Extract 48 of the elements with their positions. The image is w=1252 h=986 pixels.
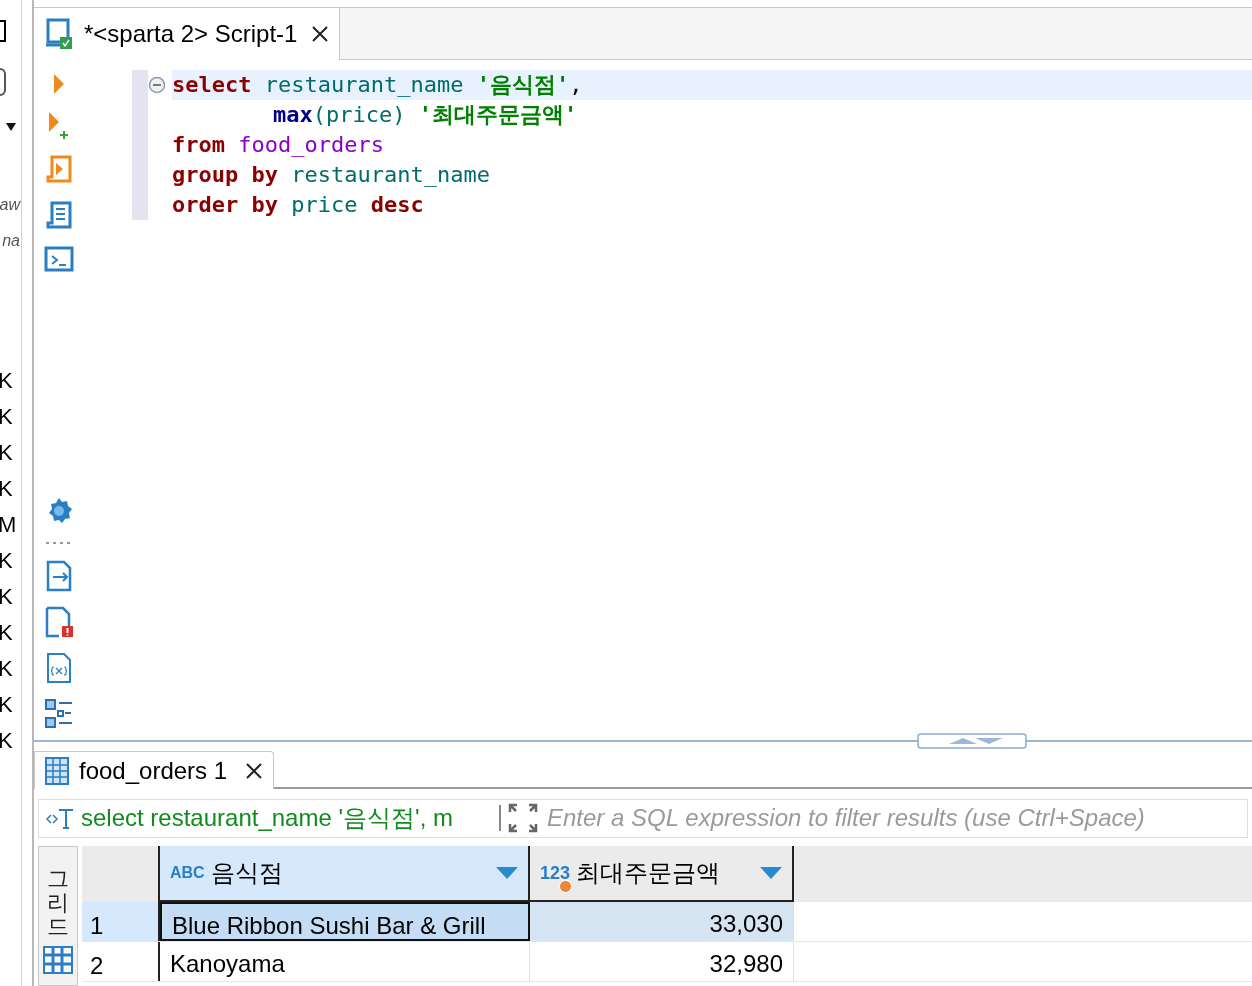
run-icon[interactable] [52, 71, 66, 96]
cut-label: K [0, 692, 13, 718]
code-line: from food_orders [172, 131, 385, 160]
filter-input[interactable]: Enter a SQL expression to filter results (use Ctrl+Space) [547, 800, 1247, 837]
code-line: order by price desc [172, 191, 425, 220]
cut-label: na [2, 231, 20, 251]
sql-text-icon[interactable] [45, 806, 75, 831]
cut-label: K [0, 404, 13, 430]
row-number: 1 [82, 902, 160, 941]
query-text: select restaurant_name '음식점', m [81, 803, 454, 834]
cut-label: K [0, 728, 13, 754]
column-header[interactable]: ABC 음식점 [160, 846, 530, 902]
grid-icon[interactable] [43, 945, 73, 974]
variables-icon[interactable] [45, 651, 73, 684]
cut-label: K [0, 548, 13, 574]
sort-dropdown-icon[interactable] [760, 867, 782, 879]
filter-bar[interactable]: select restaurant_name '음식점', m Enter a SQL expression to filter results (use Ctrl+Space) [38, 798, 1248, 838]
results-tab[interactable]: food_orders 1 [34, 751, 275, 790]
run-new-tab-icon[interactable] [47, 109, 71, 140]
cut-label: K [0, 368, 13, 394]
script-list-icon[interactable] [44, 199, 74, 232]
cut-label: K [0, 584, 13, 610]
table-cell: 33,030 [530, 902, 794, 941]
code-line: max(price) '최대주문금액' [272, 101, 579, 130]
fold-icon[interactable] [148, 75, 166, 94]
file-error-icon[interactable] [44, 605, 74, 638]
cut-label: K [0, 476, 13, 502]
splitter-handle[interactable] [917, 733, 1027, 750]
cut-label: K [0, 656, 13, 682]
cut-label: K [0, 440, 13, 466]
outline-icon[interactable] [44, 697, 74, 730]
cut-label: M [0, 512, 17, 538]
dropdown-arrow-icon[interactable] [6, 123, 16, 131]
panel-icon[interactable] [0, 20, 6, 42]
close-icon[interactable] [311, 24, 330, 43]
export-icon[interactable] [45, 559, 73, 592]
editor-tab[interactable]: *<sparta 2> Script-1 [34, 7, 341, 60]
execute-script-icon[interactable] [44, 153, 74, 186]
expand-icon[interactable] [507, 802, 539, 835]
close-icon[interactable] [245, 761, 264, 780]
cut-label: aw [0, 195, 20, 215]
column-header[interactable]: 123 최대주문금액 [530, 846, 794, 902]
sort-dropdown-icon[interactable] [496, 867, 518, 879]
table-icon [45, 756, 69, 785]
code-line: group by restaurant_name [172, 161, 491, 190]
cut-label: K [0, 620, 13, 646]
table-cell: Blue Ribbon Sushi Bar & Grill [160, 902, 530, 941]
terminal-icon[interactable] [44, 245, 74, 272]
